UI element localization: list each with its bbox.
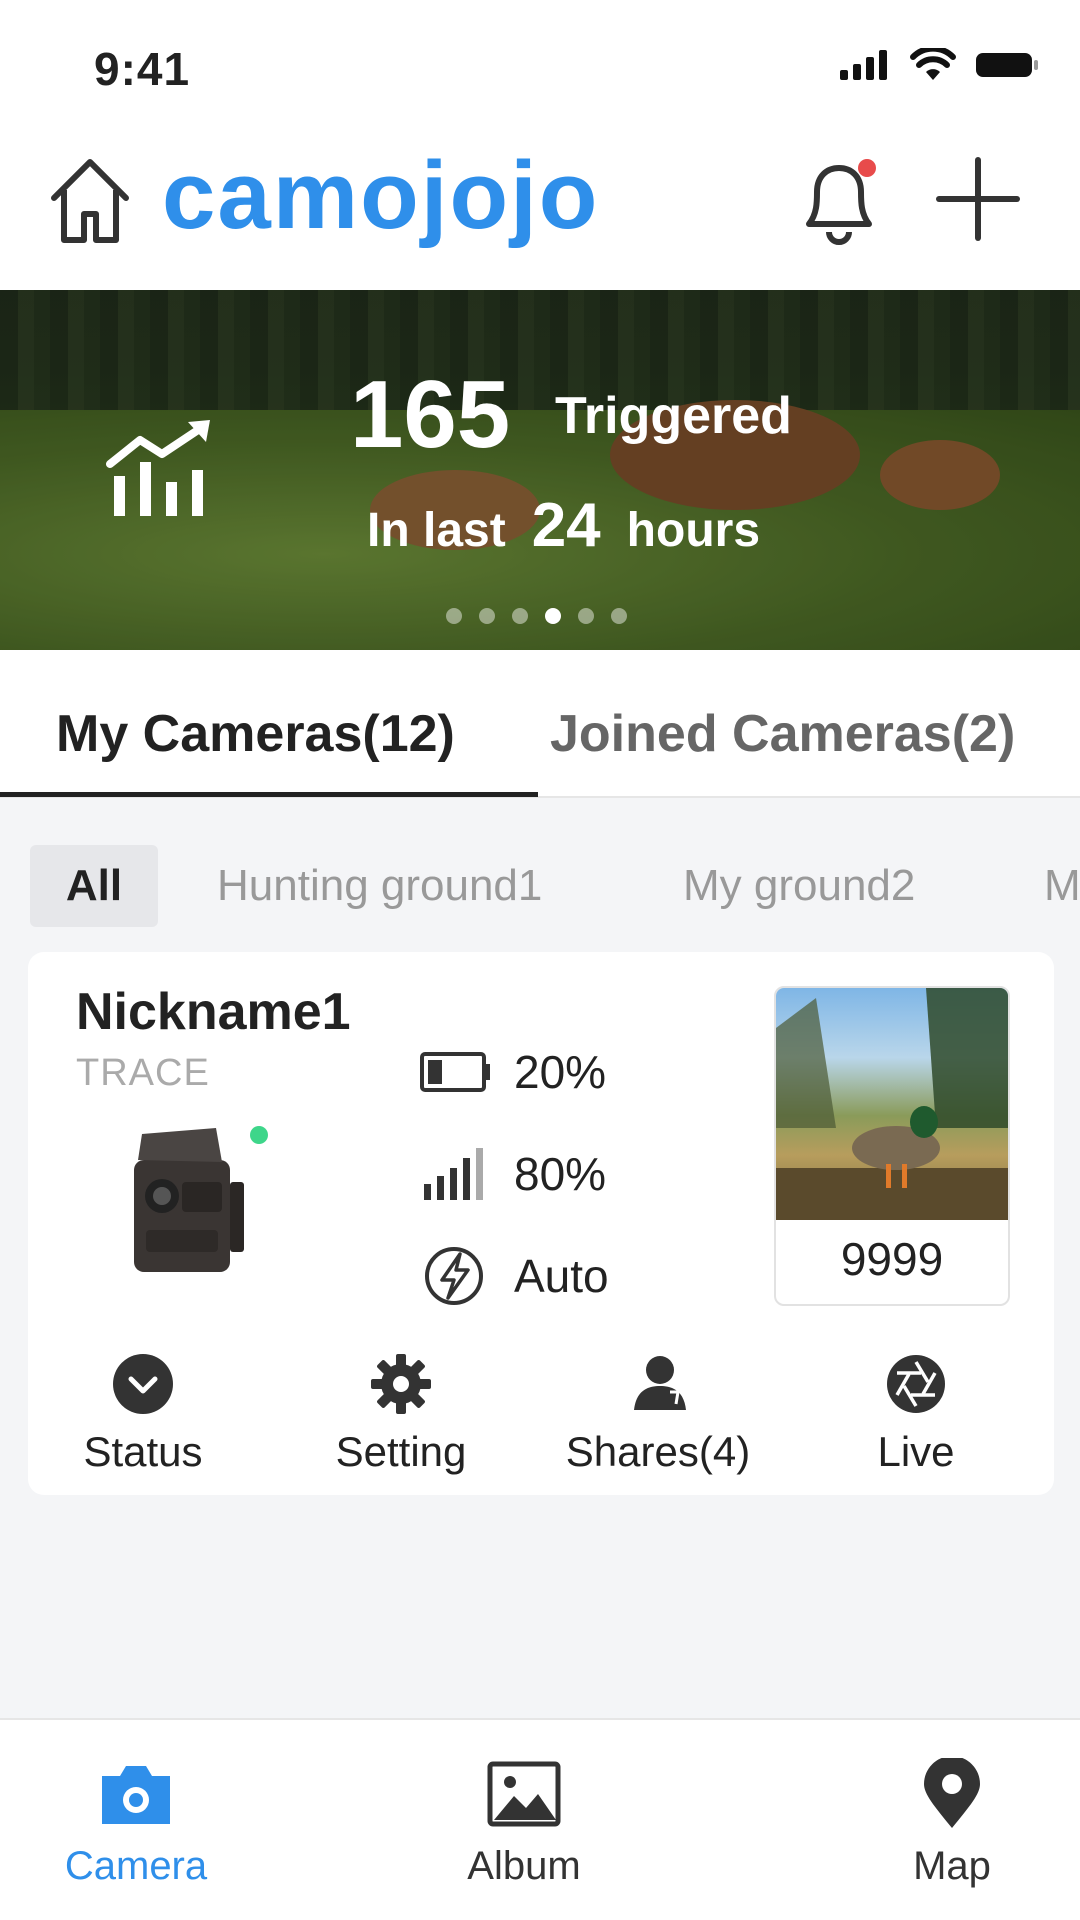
setting-label: Setting [335, 1428, 467, 1475]
latest-photo-image [776, 988, 1008, 1220]
status-bar: 9:41 [0, 0, 1080, 130]
add-camera-icon[interactable] [935, 156, 1021, 242]
camera-card[interactable]: Nickname1 TRACE 20% 80% Auto 9999 Status… [28, 952, 1054, 1495]
carousel-dots[interactable] [446, 608, 627, 624]
status-time: 9:41 [94, 43, 191, 95]
photo-count: 9999 [840, 1233, 944, 1285]
flash-bolt-icon [425, 1247, 483, 1305]
group-filter-bar: All Hunting ground1 My ground2 M [0, 800, 1080, 950]
nav-camera[interactable]: Camera [36, 1758, 236, 1889]
nav-camera-label: Camera [64, 1844, 208, 1888]
signal-strength-icon [424, 1148, 483, 1200]
timeframe-value: 24 [531, 491, 601, 560]
status-icons [840, 48, 1040, 82]
flash-mode-value: Auto [514, 1250, 609, 1302]
timeframe-suffix: hours [626, 504, 761, 557]
trigger-count: 165 [350, 361, 511, 468]
tab-my-cameras[interactable]: My Cameras(12) [56, 704, 455, 764]
nav-album[interactable]: Album [424, 1758, 624, 1889]
camera-tabs: My Cameras(12) Joined Cameras(2) [0, 650, 1080, 798]
brand-logo: camojojo [162, 142, 600, 249]
camera-icon [102, 1766, 170, 1824]
active-tab-indicator [0, 792, 538, 797]
cellular-signal-icon [840, 50, 887, 80]
aperture-icon [887, 1355, 945, 1413]
battery-value: 20% [514, 1046, 607, 1098]
live-button[interactable]: Live [801, 1352, 1031, 1476]
battery-icon [976, 53, 1038, 77]
group-chip-more[interactable]: M [1044, 845, 1080, 927]
group-chip-hunting-ground1[interactable]: Hunting ground1 [217, 845, 542, 927]
bottom-navigation: Camera Album Map [0, 1718, 1080, 1920]
signal-value: 80% [514, 1148, 607, 1200]
latest-photo-thumbnail[interactable]: 9999 [774, 986, 1010, 1306]
map-pin-icon [924, 1758, 980, 1828]
carousel-dot[interactable] [512, 608, 528, 624]
image-icon [487, 1761, 561, 1827]
status-label: Status [83, 1428, 203, 1475]
notification-bell-icon[interactable] [795, 154, 883, 246]
app-header: camojojo [0, 130, 1080, 290]
live-label: Live [877, 1428, 955, 1475]
timeframe-prefix: In last [367, 504, 506, 557]
status-button[interactable]: Status [28, 1352, 258, 1476]
carousel-dot[interactable] [479, 608, 495, 624]
carousel-dot[interactable] [611, 608, 627, 624]
carousel-dot-active[interactable] [545, 608, 561, 624]
camera-nickname: Nickname1 [76, 983, 351, 1041]
person-icon [634, 1356, 686, 1410]
group-chip-my-ground2[interactable]: My ground2 [683, 845, 915, 927]
trail-camera-image [134, 1128, 244, 1272]
home-icon[interactable] [48, 154, 132, 246]
carousel-dot[interactable] [446, 608, 462, 624]
flash-stat: Auto [420, 1246, 609, 1306]
online-status-dot [250, 1126, 268, 1144]
shares-label: Shares(4) [565, 1428, 751, 1475]
camera-model: TRACE [76, 1052, 210, 1094]
shares-button[interactable]: Shares(4) [543, 1352, 773, 1476]
trigger-banner[interactable]: 165 Triggered In last 24 hours [0, 290, 1080, 650]
tab-joined-cameras[interactable]: Joined Cameras(2) [550, 704, 1015, 764]
setting-button[interactable]: Setting [286, 1352, 516, 1476]
trigger-timeframe: In last 24 hours [367, 490, 760, 561]
nav-album-label: Album [467, 1844, 581, 1888]
carousel-dot[interactable] [578, 608, 594, 624]
nav-map[interactable]: Map [852, 1758, 1052, 1889]
group-chip-all[interactable]: All [30, 845, 158, 927]
trigger-label: Triggered [555, 387, 792, 445]
battery-level-icon [420, 1052, 490, 1092]
battery-stat: 20% [420, 1042, 606, 1102]
trend-chart-icon [106, 420, 210, 516]
gear-icon [371, 1354, 431, 1414]
status-chevron-icon [113, 1354, 173, 1414]
nav-map-label: Map [913, 1844, 991, 1888]
wifi-icon [910, 48, 956, 80]
signal-stat: 80% [420, 1144, 606, 1204]
